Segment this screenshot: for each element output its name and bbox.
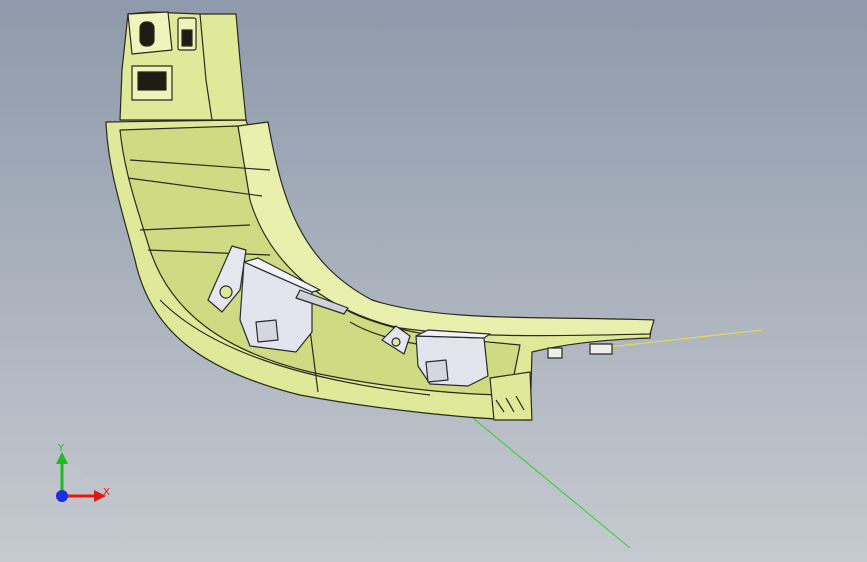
coordinate-triad	[40, 438, 120, 518]
triad-arc	[62, 464, 94, 496]
y-axis-label: Y	[58, 443, 65, 454]
mount-slot-1	[139, 21, 155, 47]
mount-slot-2-hole	[181, 29, 193, 47]
connector-right-body	[415, 335, 489, 387]
mount-window-hole	[137, 71, 167, 91]
plastic-bracket-part[interactable]	[105, 11, 655, 421]
model-canvas[interactable]	[0, 0, 867, 562]
x-axis-label: X	[103, 487, 110, 498]
connector-right-latch	[425, 359, 449, 383]
connector-right-hole	[391, 337, 401, 347]
end-tab-right-2	[547, 347, 563, 359]
3d-viewport[interactable]: Y X	[0, 0, 867, 562]
part-end-clips	[489, 371, 533, 421]
connector-left-latch	[255, 319, 279, 343]
end-tab-right-1	[589, 343, 613, 355]
connector-left-hole	[219, 285, 233, 299]
z-axis-dot	[56, 490, 68, 502]
